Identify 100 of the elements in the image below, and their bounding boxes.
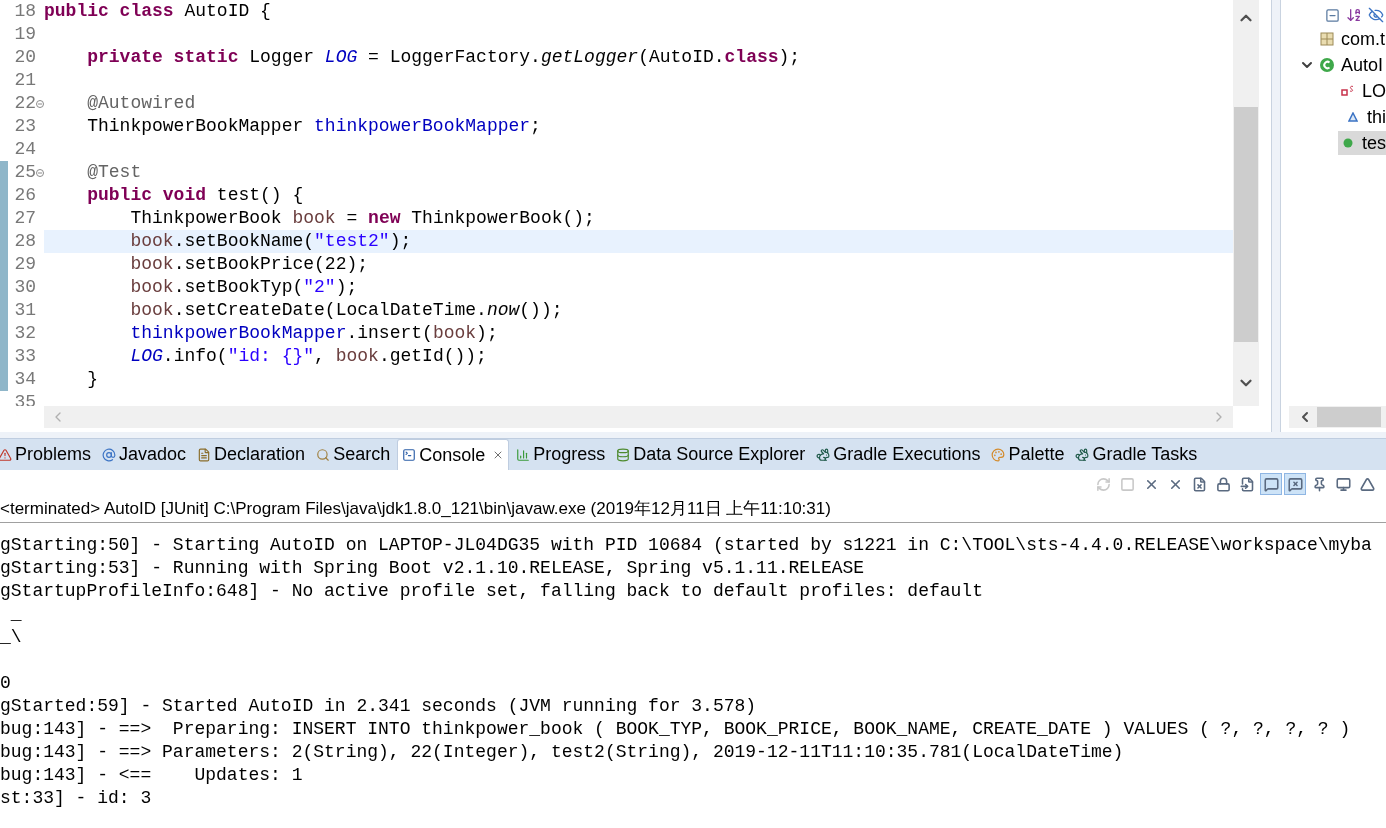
code-line: book.setBookPrice(22); [129, 253, 370, 276]
outline-item[interactable]: AutoI [1317, 53, 1386, 77]
warning-icon [0, 447, 12, 462]
code-line: private static Logger LOG = LoggerFactory.getLogger(AutoID.class); [86, 46, 802, 69]
tab-label: Console [419, 443, 486, 467]
animal-icon [816, 447, 831, 462]
code-line: public class AutoID { [44, 0, 272, 23]
stop-icon [1119, 476, 1135, 492]
console-line: st:33] - id: 3 [0, 787, 153, 810]
outline-label: thi [1367, 105, 1386, 129]
line-number: 23 [13, 115, 36, 138]
console-line: gStarting:50] - Starting AutoID on LAPTOP-JL04DG35 with PID 10684 (started by s1221 in C:\TOOL\sts-4.4.0.RELEASE\workspace\myba [0, 534, 1373, 557]
tab-label: Declaration [214, 443, 306, 466]
code-line: @Test [86, 161, 143, 184]
tab-label: Data Source Explorer [633, 443, 806, 466]
tab-label: Javadoc [119, 443, 187, 466]
private-field-icon [1341, 85, 1355, 97]
outline-item[interactable]: thi [1343, 105, 1386, 129]
line-number: 32 [13, 322, 36, 345]
code-line: book.setCreateDate(LocalDateTime.now()); [129, 299, 564, 322]
console-line: bug:143] - ==> Preparing: INSERT INTO thinkpower_book ( BOOK_TYP, BOOK_PRICE, BOOK_NAME, CREATE_DATE ) VALUES ( ?, ?, ?, ? ) [0, 718, 1352, 741]
progress-icon [516, 447, 531, 462]
line-number: 34 [13, 368, 36, 391]
outline-label: com.t [1341, 27, 1385, 51]
line-number: 27 [13, 207, 36, 230]
package-icon [1320, 32, 1334, 46]
horizontal-scrollbar[interactable] [1289, 406, 1386, 428]
code-line: ThinkpowerBookMapper thinkpowerBookMapper; [86, 115, 542, 138]
view-tab[interactable]: Problems [0, 439, 96, 470]
console-line: gStarted:59] - Started AutoID in 2.341 seconds (JVM running for 3.578) [0, 695, 758, 718]
arrows-icon [1095, 476, 1111, 492]
line-number: 22 [13, 92, 36, 115]
line-number: 18 [13, 0, 36, 23]
tab-label: Gradle Tasks [1092, 443, 1198, 466]
tab-label: Progress [533, 443, 606, 466]
code-line: ThinkpowerBook book = new ThinkpowerBook(); [129, 207, 596, 230]
tab-label: Palette [1008, 443, 1065, 466]
code-line: @Autowired [86, 92, 197, 115]
console-error-icon [1287, 476, 1303, 492]
console-line: 0 [0, 672, 12, 695]
outline-item[interactable]: LO [1338, 79, 1386, 103]
line-number: 28 [13, 230, 36, 253]
view-tab[interactable]: Progress [512, 439, 610, 470]
view-tab[interactable]: Console [397, 439, 510, 470]
scroll-thumb[interactable] [1317, 407, 1381, 427]
line-number: 29 [13, 253, 36, 276]
search-icon [316, 447, 331, 462]
line-number: 19 [13, 23, 36, 46]
view-tab[interactable]: Palette [987, 439, 1069, 470]
method-icon [1343, 138, 1353, 148]
console-icon [1263, 476, 1279, 492]
scroll-thumb[interactable] [1234, 107, 1258, 342]
view-tab[interactable]: Gradle Tasks [1071, 439, 1202, 470]
console-line: bug:143] - <== Updates: 1 [0, 764, 304, 787]
at-sign-icon [102, 447, 117, 462]
tab-label: Problems [15, 443, 92, 466]
collapse-all-icon[interactable] [1325, 7, 1340, 23]
console-line: gStarting:53] - Running with Spring Boot v2.1.10.RELEASE, Spring v5.1.11.RELEASE [0, 557, 866, 580]
hide-icon[interactable] [1368, 7, 1384, 23]
console-line: gStartupProfileInfo:648] - No active profile set, falling back to default profiles: default [0, 580, 984, 603]
view-tab[interactable]: Javadoc [98, 439, 191, 470]
outline-item[interactable]: tes [1338, 131, 1386, 155]
line-number: 25 [13, 161, 36, 184]
fold-icon[interactable] [36, 99, 44, 108]
code-line: LOG.info("id: {}", book.getId()); [129, 345, 488, 368]
code-line: thinkpowerBookMapper.insert(book); [129, 322, 499, 345]
outline-item[interactable]: com.t [1317, 27, 1386, 51]
vertical-scrollbar[interactable] [1233, 0, 1259, 406]
tab-label: Search [333, 443, 391, 466]
tab-label: Gradle Executions [833, 443, 981, 466]
outline-label: tes [1362, 131, 1386, 155]
console-line: _\ [0, 626, 23, 649]
code-line: public void test() { [86, 184, 305, 207]
view-tab[interactable]: Declaration [193, 439, 310, 470]
view-tab[interactable]: Gradle Executions [812, 439, 985, 470]
line-number: 30 [13, 276, 36, 299]
code-line: } [86, 368, 99, 391]
line-number: 21 [13, 69, 36, 92]
line-number: 24 [13, 138, 36, 161]
line-number: 26 [13, 184, 36, 207]
line-number: 33 [13, 345, 36, 368]
display-icon [1335, 476, 1351, 492]
line-number: 20 [13, 46, 36, 69]
view-tab[interactable]: Data Source Explorer [612, 439, 810, 470]
view-tab[interactable]: Search [312, 439, 395, 470]
sort-icon[interactable] [1346, 7, 1362, 23]
document-icon [197, 447, 212, 462]
monitor-icon [402, 448, 417, 462]
animal-icon [1075, 447, 1090, 462]
line-number: 31 [13, 299, 36, 322]
console-header: <terminated> AutoID [JUnit] C:\Program Files\java\jdk1.8.0_121\bin\javaw.exe (2019年12月11日 上午11:10:31) [0, 498, 831, 521]
fold-icon[interactable] [36, 168, 44, 177]
palette-icon [991, 447, 1006, 462]
triangle-icon [1348, 112, 1358, 122]
pin-icon [1311, 476, 1327, 492]
lock-icon [1215, 476, 1231, 492]
console-line: bug:143] - ==> Parameters: 2(String), 22(Integer), test2(String), 2019-12-11T11:10:35.781(LocalDateTime) [0, 741, 1125, 764]
outline-label: AutoI [1341, 53, 1384, 77]
outline-label: LO [1362, 79, 1386, 103]
clear-icon [1191, 476, 1207, 492]
